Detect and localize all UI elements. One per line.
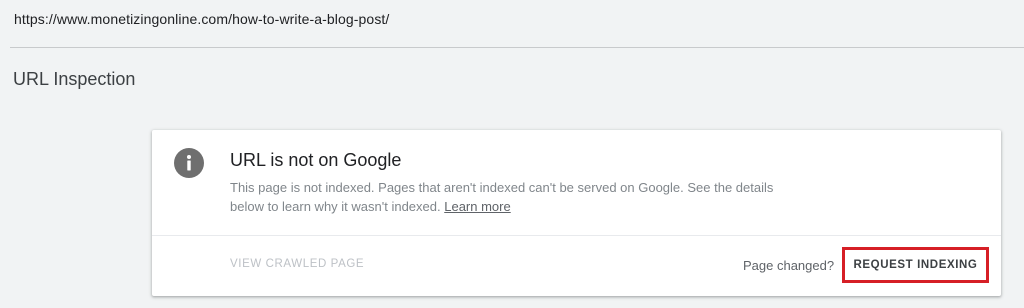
info-icon [174,148,204,178]
page-title: URL Inspection [13,69,136,89]
url-bar: https://www.monetizingonline.com/how-to-… [0,0,1024,40]
inspected-url[interactable]: https://www.monetizingonline.com/how-to-… [14,11,389,27]
page-changed-label: Page changed? [743,258,835,273]
request-indexing-button[interactable]: REQUEST INDEXING [842,247,989,283]
divider [10,47,1024,48]
inspection-result-card: URL is not on Google This page is not in… [152,130,1001,296]
card-divider [152,235,1001,236]
result-description: This page is not indexed. Pages that are… [230,178,790,216]
result-title: URL is not on Google [230,150,402,170]
learn-more-link[interactable]: Learn more [444,199,510,214]
view-crawled-page-button[interactable]: VIEW CRAWLED PAGE [230,258,364,270]
